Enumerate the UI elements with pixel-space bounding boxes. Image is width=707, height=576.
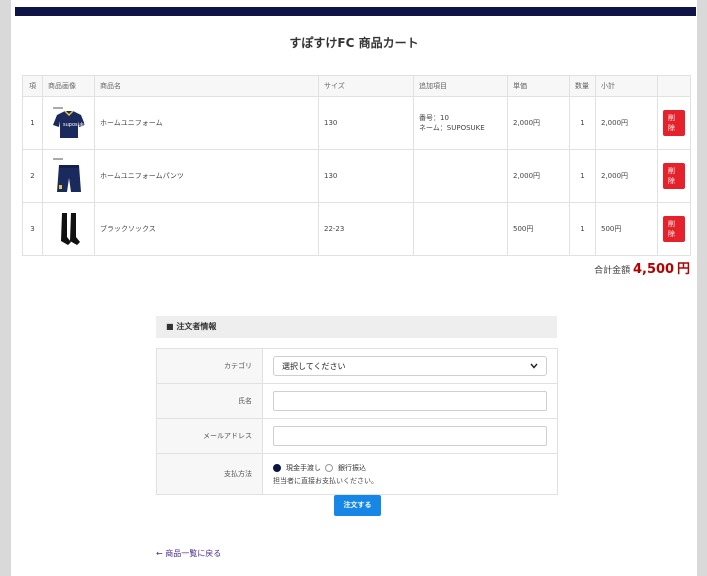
- payment-note: 担当者に直接お支払いください。: [273, 476, 378, 485]
- product-price: 500円: [507, 202, 570, 256]
- delete-button[interactable]: 削除: [663, 216, 685, 242]
- product-size: 130: [318, 149, 414, 203]
- radio-cash[interactable]: [273, 463, 281, 472]
- header-name: 商品名: [94, 75, 319, 97]
- category-cell: 選択してください: [262, 348, 558, 384]
- header-qty: 数量: [569, 75, 596, 97]
- delete-button[interactable]: 削除: [663, 110, 685, 136]
- product-image-cell: [42, 149, 95, 203]
- socks-image: [60, 213, 80, 245]
- cart-total: 合計金額 4,500 円: [594, 258, 690, 277]
- table-header: 項 商品画像 商品名 サイズ 追加項目 単価 数量 小計: [22, 75, 691, 97]
- product-name: ブラックソックス: [94, 202, 319, 256]
- total-label: 合計金額: [594, 266, 631, 276]
- page: すぽすけFC 商品カート 項 商品画像 商品名 サイズ 追加項目 単価 数量 小…: [11, 0, 697, 576]
- delete-button[interactable]: 削除: [663, 163, 685, 189]
- actions-cell: 削除: [657, 96, 691, 150]
- payment-options: 現金手渡し 銀行振込: [273, 463, 547, 473]
- name-input[interactable]: [273, 391, 547, 411]
- product-qty: 1: [569, 96, 596, 150]
- header-subtotal: 小計: [595, 75, 658, 97]
- actions-cell: 削除: [657, 202, 691, 256]
- back-to-list-link[interactable]: ← 商品一覧に戻る: [156, 548, 221, 559]
- table-row: 2 ホームユニフォームパンツ 130 2,000円 1 2,000円 削除: [22, 149, 691, 203]
- product-subtotal: 2,000円: [595, 96, 658, 150]
- product-extra: [413, 149, 508, 203]
- radio-bank-label[interactable]: 銀行振込: [338, 463, 366, 473]
- order-form: カテゴリ 選択してください 氏名 メールアドレス 支払方法 現金手渡し 銀行振込…: [156, 348, 558, 495]
- header-index: 項: [22, 75, 43, 97]
- svg-text:suposuke: suposuke: [63, 122, 87, 128]
- row-index: 3: [22, 202, 43, 256]
- product-size: 22-23: [318, 202, 414, 256]
- product-image-cell: [42, 202, 95, 256]
- extra-name: ネーム：SUPOSUKE: [419, 124, 485, 132]
- row-index: 1: [22, 96, 43, 150]
- radio-cash-label[interactable]: 現金手渡し: [286, 463, 321, 473]
- total-amount: 4,500: [632, 262, 675, 277]
- header-size: サイズ: [318, 75, 414, 97]
- header-bar: [15, 7, 696, 16]
- product-image-cell: suposuke: [42, 96, 95, 150]
- product-qty: 1: [569, 149, 596, 203]
- table-row: 1 suposuke ホームユニフォーム 130 番号：10 ネーム：SUPOS…: [22, 96, 691, 150]
- jersey-image: suposuke: [52, 107, 87, 138]
- header-actions: [657, 75, 691, 97]
- chevron-down-icon: [530, 362, 538, 371]
- radio-bank[interactable]: [325, 463, 333, 472]
- product-price: 2,000円: [507, 149, 570, 203]
- shorts-image: [52, 158, 81, 192]
- order-submit-button[interactable]: 注文する: [334, 495, 381, 516]
- email-label: メールアドレス: [156, 418, 263, 454]
- header-extra: 追加項目: [413, 75, 508, 97]
- product-size: 130: [318, 96, 414, 150]
- order-info-heading: ■ 注文者情報: [156, 316, 557, 338]
- total-unit: 円: [676, 262, 690, 277]
- page-title: すぽすけFC 商品カート: [289, 36, 419, 50]
- payment-label: 支払方法: [156, 453, 263, 495]
- product-qty: 1: [569, 202, 596, 256]
- category-value: 選択してください: [282, 361, 346, 371]
- header-image: 商品画像: [42, 75, 95, 97]
- extra-number: 番号：10: [419, 114, 449, 122]
- actions-cell: 削除: [657, 149, 691, 203]
- product-extra: 番号：10 ネーム：SUPOSUKE: [413, 96, 508, 150]
- name-label: 氏名: [156, 383, 263, 419]
- product-name: ホームユニフォームパンツ: [94, 149, 319, 203]
- cart-table: 項 商品画像 商品名 サイズ 追加項目 単価 数量 小計 1 suposuke …: [22, 75, 691, 256]
- category-label: カテゴリ: [156, 348, 263, 384]
- header-price: 単価: [507, 75, 570, 97]
- name-cell: [262, 383, 558, 419]
- product-subtotal: 500円: [595, 202, 658, 256]
- table-row: 3 ブラックソックス 22-23 500円 1 500円 削除: [22, 202, 691, 256]
- payment-cell: 現金手渡し 銀行振込 担当者に直接お支払いください。: [262, 453, 558, 495]
- product-extra: [413, 202, 508, 256]
- category-select[interactable]: 選択してください: [273, 356, 547, 376]
- product-name: ホームユニフォーム: [94, 96, 319, 150]
- row-index: 2: [22, 149, 43, 203]
- product-price: 2,000円: [507, 96, 570, 150]
- email-cell: [262, 418, 558, 454]
- email-input[interactable]: [273, 426, 547, 446]
- product-subtotal: 2,000円: [595, 149, 658, 203]
